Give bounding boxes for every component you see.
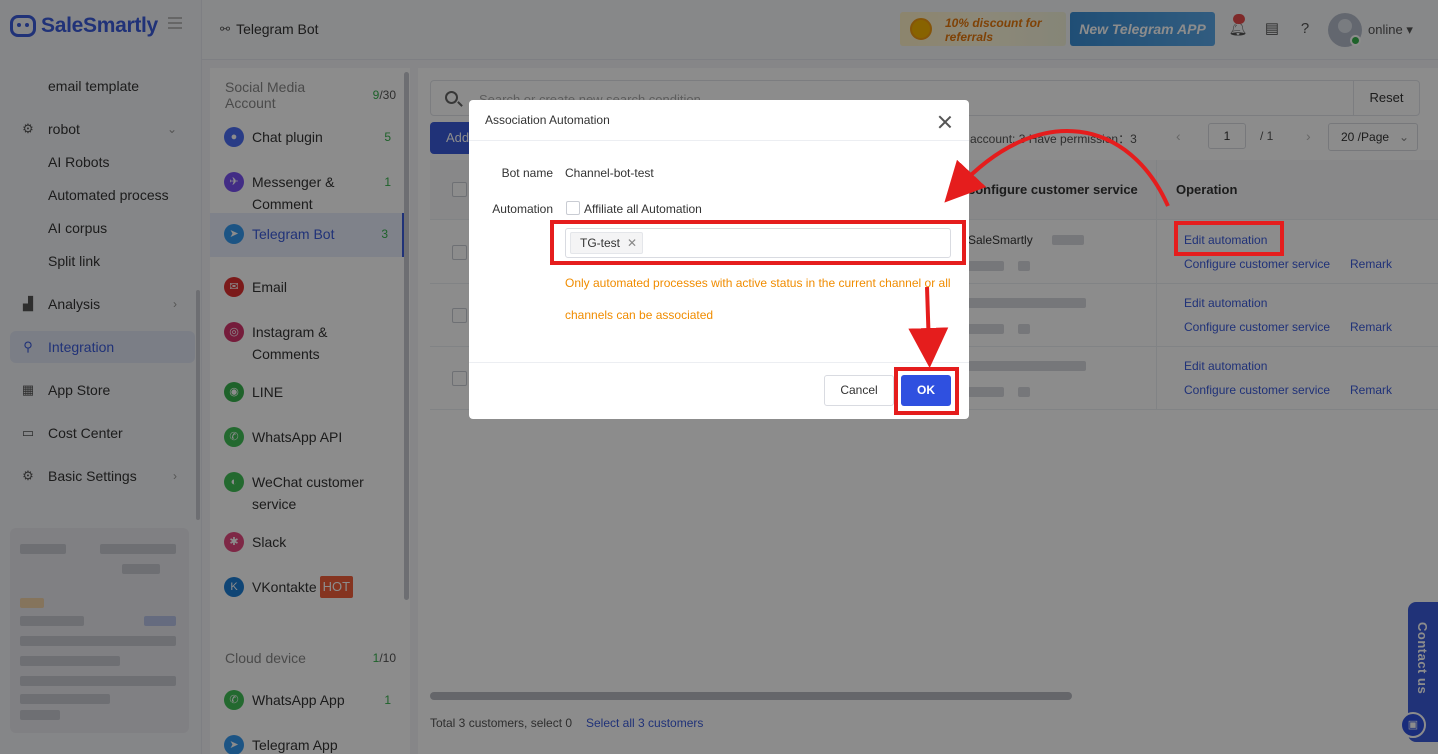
annotation-arrows bbox=[908, 128, 1170, 368]
down-arrow bbox=[908, 286, 949, 368]
curved-arrow bbox=[944, 128, 1170, 207]
